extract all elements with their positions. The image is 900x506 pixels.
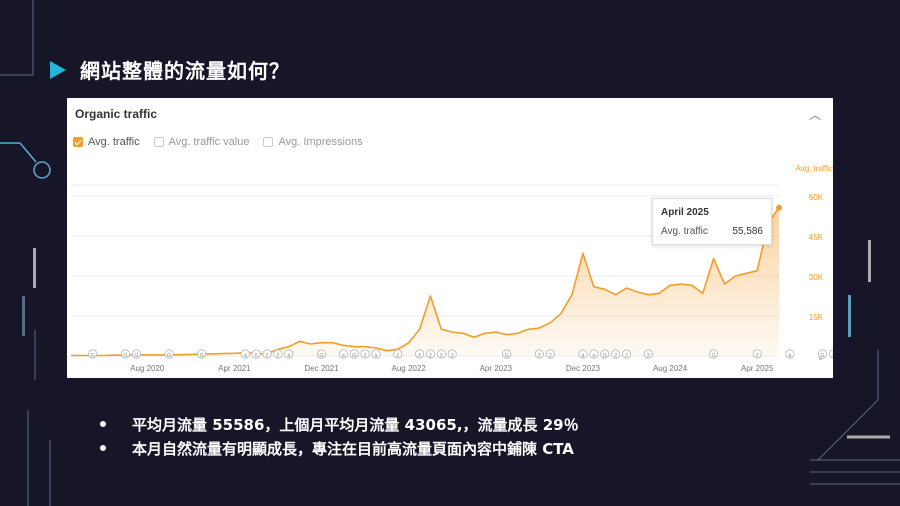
annotation-marker-label: 2	[451, 353, 454, 359]
y-tick-label: 60K	[809, 193, 824, 202]
x-tick-label: Aug 2022	[392, 364, 427, 373]
tooltip-date: April 2025	[661, 207, 709, 218]
annotation-marker-label: G	[712, 353, 716, 359]
data-point	[776, 204, 782, 211]
annotation-marker-label: 2	[429, 353, 432, 359]
annotation-marker-label: 2	[549, 353, 552, 359]
annotation-marker-label: 2	[756, 353, 759, 359]
bullet-icon	[100, 445, 106, 451]
y-tick-label: 15K	[809, 313, 824, 322]
annotation-marker-label: G	[200, 353, 204, 359]
annotation-marker-label: 2	[625, 353, 628, 359]
annotation-marker-label: 2	[418, 353, 421, 359]
annotation-marker-label: 2	[396, 353, 399, 359]
annotation-marker-label: G	[505, 353, 509, 359]
x-tick-label: Dec 2023	[566, 364, 601, 373]
x-tick-label: Aug 2020	[130, 364, 165, 373]
y-axis-label: Avg. traffic	[796, 164, 834, 173]
annotation-marker-label: 2	[832, 353, 833, 359]
y-tick-label: 45K	[809, 233, 824, 242]
chart-tooltip: April 2025 Avg. traffic 55,586	[652, 198, 772, 245]
annotation-marker-label: G	[167, 353, 171, 359]
bullet-icon	[100, 421, 106, 427]
annotation-marker-label: 2	[364, 353, 367, 359]
annotation-marker-label: 2	[440, 353, 443, 359]
annotation-marker-label: G	[134, 353, 138, 359]
annotation-marker-label: G	[352, 353, 356, 359]
annotation-marker-label: G	[319, 353, 323, 359]
slide-title-row: 網站整體的流量如何？	[50, 55, 290, 84]
x-tick-label: Apr 2025	[741, 364, 774, 373]
bullet-text: 本月自然流量有明顯成長，專注在目前高流量頁面內容中鋪陳 CTA	[132, 439, 574, 458]
x-tick-label: Aug 2024	[653, 364, 688, 373]
y-tick-label: 30K	[809, 273, 824, 282]
organic-traffic-card: Organic traffic ︿ Avg. traffic Avg. traf…	[67, 98, 833, 378]
tooltip-label: Avg. traffic	[661, 226, 708, 237]
play-icon	[50, 60, 66, 79]
list-item: 平均月流量 55586，上個月平均月流量 43065,，流量成長 29％	[100, 412, 579, 436]
annotation-marker-label: 2	[538, 353, 541, 359]
annotation-marker-label: G	[820, 353, 824, 359]
annotation-marker-label: 2	[266, 353, 269, 359]
x-tick-label: Apr 2023	[480, 364, 513, 373]
annotation-marker-label: 3	[647, 353, 650, 359]
list-item: 本月自然流量有明顯成長，專注在目前高流量頁面內容中鋪陳 CTA	[100, 436, 579, 460]
annotation-marker-label: 2	[276, 353, 279, 359]
tooltip-value: 55,586	[732, 226, 763, 237]
bullet-text: 平均月流量 55586，上個月平均月流量 43065,，流量成長 29％	[132, 415, 579, 434]
annotation-marker-label: G	[91, 353, 95, 359]
annotation-marker-label: 2	[614, 353, 617, 359]
annotation-marker-label: 6	[255, 353, 258, 359]
x-tick-label: Apr 2021	[218, 364, 251, 373]
x-tick-label: Dec 2021	[304, 364, 339, 373]
bullet-list: 平均月流量 55586，上個月平均月流量 43065,，流量成長 29％ 本月自…	[100, 412, 579, 460]
annotation-marker-label: G	[123, 353, 127, 359]
slide-title: 網站整體的流量如何？	[80, 59, 290, 83]
annotation-marker-label: G	[603, 353, 607, 359]
